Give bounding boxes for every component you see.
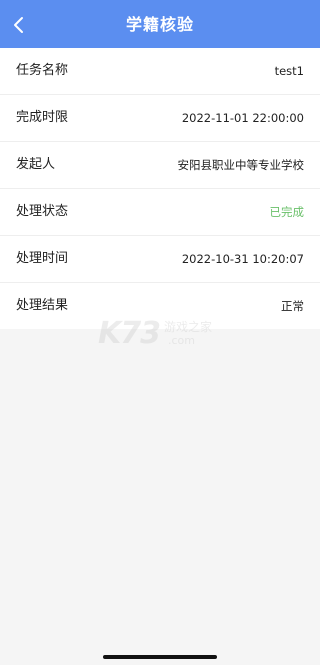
header-bar: 学籍核验 (0, 0, 320, 48)
row-status: 处理状态 已完成 (0, 189, 320, 236)
process-time-label: 处理时间 (16, 251, 69, 266)
process-time-value: 2022-10-31 10:20:07 (181, 252, 304, 266)
result-label: 处理结果 (16, 298, 69, 313)
row-task-name: 任务名称 test1 (0, 48, 320, 95)
row-deadline: 完成时限 2022-11-01 22:00:00 (0, 95, 320, 142)
deadline-value: 2022-11-01 22:00:00 (181, 111, 304, 125)
row-process-time: 处理时间 2022-10-31 10:20:07 (0, 236, 320, 283)
initiator-label: 发起人 (16, 157, 56, 172)
task-name-value: test1 (274, 64, 304, 78)
deadline-label: 完成时限 (16, 110, 69, 125)
row-initiator: 发起人 安阳县职业中等专业学校 (0, 142, 320, 189)
status-value: 已完成 (269, 205, 305, 219)
status-label: 处理状态 (16, 204, 69, 219)
task-name-label: 任务名称 (16, 63, 69, 78)
watermark-logo-mark: K73 (98, 316, 161, 351)
home-indicator[interactable] (103, 655, 217, 659)
initiator-value: 安阳县职业中等专业学校 (177, 158, 305, 172)
detail-list: 任务名称 test1 完成时限 2022-11-01 22:00:00 发起人 … (0, 48, 320, 329)
watermark-text: 游戏之家 (164, 320, 213, 334)
watermark-subtext: .com (168, 334, 195, 347)
result-value: 正常 (281, 299, 304, 313)
watermark-logo: K73 游戏之家 .com (98, 316, 228, 352)
page-title: 学籍核验 (125, 15, 194, 34)
